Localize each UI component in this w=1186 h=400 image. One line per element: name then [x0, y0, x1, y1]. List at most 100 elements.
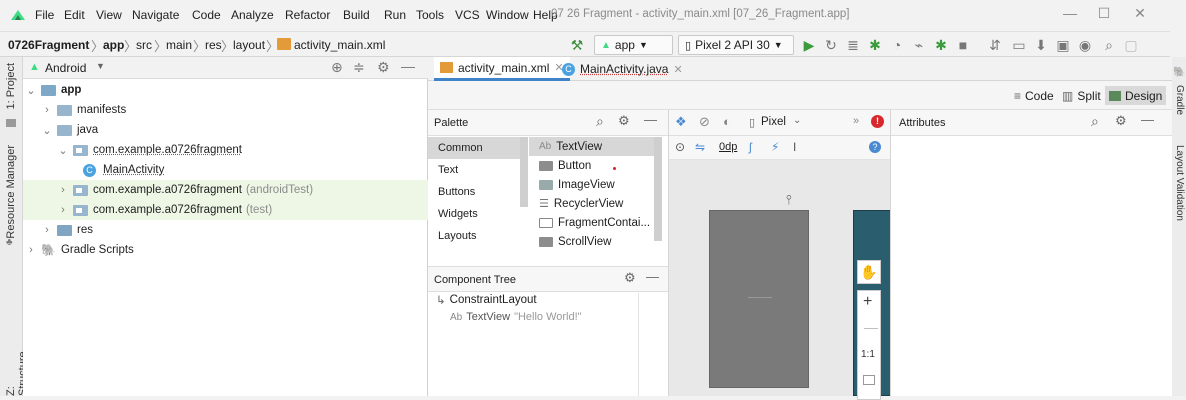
- chevron-down-icon[interactable]: ▼: [96, 61, 105, 71]
- breadcrumb-project[interactable]: 0726Fragment: [8, 38, 89, 52]
- layout-validation-tab[interactable]: Layout Validation: [1174, 145, 1185, 221]
- palette-category-text[interactable]: Text: [428, 159, 524, 181]
- hide-panel-icon[interactable]: —: [401, 58, 415, 74]
- gear-icon[interactable]: ⚙: [1115, 113, 1127, 129]
- run-config-dropdown[interactable]: ▲ app ▼: [594, 35, 673, 55]
- project-tool-tab[interactable]: 1: Project: [5, 63, 17, 109]
- palette-item-scrollview[interactable]: ScrollView: [529, 232, 654, 251]
- code-mode-button[interactable]: ≡ Code: [1010, 86, 1058, 105]
- device-manager-icon[interactable]: ▣: [1054, 36, 1072, 54]
- gear-icon[interactable]: ⚙: [624, 270, 636, 286]
- menu-window[interactable]: Window: [486, 8, 529, 22]
- attach-debugger-icon[interactable]: ⌁: [910, 36, 928, 54]
- stop-icon[interactable]: ■: [954, 36, 972, 54]
- tab-activity-main-xml[interactable]: activity_main.xml ✕: [434, 57, 570, 81]
- palette-category-scrollbar[interactable]: [520, 137, 528, 207]
- menu-build[interactable]: Build: [343, 8, 370, 22]
- gear-icon[interactable]: ⚙: [618, 113, 630, 129]
- palette-category-buttons[interactable]: Buttons: [428, 181, 524, 203]
- ide-settings-icon[interactable]: ▢: [1122, 36, 1140, 54]
- split-mode-button[interactable]: ▥ Split: [1058, 86, 1105, 105]
- apply-code-changes-icon[interactable]: ≣: [844, 36, 862, 54]
- palette-category-widgets[interactable]: Widgets: [428, 203, 524, 225]
- palette-item-textview[interactable]: Ab TextView: [529, 137, 654, 156]
- tree-item-java[interactable]: ⌄ java: [23, 120, 428, 140]
- design-preview[interactable]: [709, 210, 809, 388]
- profile-user-icon[interactable]: ◉: [1076, 36, 1094, 54]
- help-icon[interactable]: ?: [869, 141, 881, 153]
- pan-hand-button[interactable]: ✋: [857, 260, 881, 284]
- menu-vcs[interactable]: VCS: [455, 8, 480, 22]
- breadcrumb-main[interactable]: main: [166, 38, 192, 52]
- zoom-in-icon[interactable]: +: [863, 293, 872, 311]
- avd-manager-icon[interactable]: ▭: [1010, 36, 1028, 54]
- palette-item-button[interactable]: Button: [529, 156, 654, 175]
- device-selector[interactable]: Pixel: [761, 116, 786, 128]
- palette-item-imageview[interactable]: ImageView: [529, 175, 654, 194]
- layers-icon[interactable]: ❖: [675, 114, 687, 130]
- run-tests-icon[interactable]: ✱: [932, 36, 950, 54]
- view-options-icon[interactable]: ⊙: [675, 140, 685, 154]
- palette-item-recyclerview[interactable]: ☰ RecyclerView: [529, 194, 654, 213]
- apply-changes-icon[interactable]: ↻: [822, 36, 840, 54]
- hide-panel-icon[interactable]: —: [644, 112, 657, 127]
- zoom-actual-size[interactable]: 1:1: [861, 349, 875, 360]
- menu-analyze[interactable]: Analyze: [231, 8, 274, 22]
- profile-icon[interactable]: ◔: [888, 36, 906, 54]
- device-dropdown[interactable]: ▯ Pixel 2 API 30 ▼: [678, 35, 794, 55]
- collapse-all-icon[interactable]: ≑: [353, 59, 365, 76]
- tree-item-main-activity[interactable]: C MainActivity: [23, 160, 428, 180]
- menu-code[interactable]: Code: [192, 8, 221, 22]
- sync-gradle-icon[interactable]: ⇵: [986, 36, 1004, 54]
- tree-item-res[interactable]: › res: [23, 220, 428, 240]
- search-icon[interactable]: ⌕: [1091, 113, 1099, 130]
- palette-category-layouts[interactable]: Layouts: [428, 225, 524, 247]
- tree-item-package-android-test[interactable]: › com.example.a0726fragment (androidTest…: [23, 180, 428, 200]
- tree-item-app[interactable]: ⌄ app: [23, 80, 428, 100]
- hide-panel-icon[interactable]: —: [646, 269, 659, 284]
- breadcrumb-res[interactable]: res: [205, 38, 222, 52]
- tree-item-gradle-scripts[interactable]: › 🐘 Gradle Scripts: [23, 240, 428, 260]
- close-tab-icon[interactable]: ✕: [673, 63, 682, 76]
- minimize-icon[interactable]: —: [1058, 5, 1082, 25]
- close-icon[interactable]: ✕: [1128, 5, 1152, 25]
- tree-item-manifests[interactable]: › manifests: [23, 100, 428, 120]
- clear-constraints-icon[interactable]: ʃ: [749, 140, 752, 154]
- breadcrumb-src[interactable]: src: [136, 38, 152, 52]
- zoom-to-fit-icon[interactable]: [863, 375, 875, 385]
- resource-manager-tab[interactable]: Resource Manager: [5, 145, 17, 239]
- palette-item-fragmentcontainer[interactable]: FragmentContai...: [529, 213, 654, 232]
- debug-icon[interactable]: ✱: [866, 36, 884, 54]
- more-icon[interactable]: »: [853, 115, 859, 127]
- maximize-icon[interactable]: ☐: [1092, 5, 1116, 25]
- hide-panel-icon[interactable]: —: [1141, 112, 1154, 127]
- tab-main-activity-java[interactable]: C MainActivity.java ✕: [556, 57, 689, 81]
- autoconnect-icon[interactable]: ⇋: [695, 140, 705, 154]
- menu-refactor[interactable]: Refactor: [285, 8, 330, 22]
- night-mode-icon[interactable]: ◐: [723, 114, 731, 129]
- menu-run[interactable]: Run: [384, 8, 406, 22]
- infer-constraints-icon[interactable]: ⚡: [771, 140, 779, 154]
- search-icon[interactable]: ⌕: [596, 113, 604, 130]
- hammer-icon[interactable]: ⚒: [568, 36, 586, 54]
- run-icon[interactable]: ▶: [800, 36, 818, 54]
- gear-icon[interactable]: ⚙: [377, 59, 390, 76]
- design-mode-button[interactable]: Design: [1105, 86, 1167, 105]
- breadcrumb-file[interactable]: activity_main.xml: [294, 38, 385, 52]
- menu-view[interactable]: View: [96, 8, 122, 22]
- menu-navigate[interactable]: Navigate: [132, 8, 179, 22]
- guidelines-icon[interactable]: I: [793, 140, 796, 154]
- orientation-icon[interactable]: ⊘: [699, 114, 710, 130]
- palette-items-scrollbar[interactable]: [654, 137, 662, 241]
- locate-icon[interactable]: ⊕: [331, 59, 343, 76]
- tree-item-package[interactable]: ⌄ com.example.a0726fragment: [23, 140, 428, 160]
- breadcrumb-layout[interactable]: layout: [233, 38, 265, 52]
- project-view-selector[interactable]: Android: [45, 61, 86, 75]
- menu-file[interactable]: File: [35, 8, 54, 22]
- default-margin[interactable]: 0dp: [719, 141, 737, 153]
- tree-node-textview[interactable]: Ab TextView "Hello World!": [450, 311, 582, 323]
- zoom-out-icon[interactable]: —: [864, 319, 878, 335]
- breadcrumb-app[interactable]: app: [103, 38, 124, 52]
- menu-edit[interactable]: Edit: [64, 8, 85, 22]
- hello-world-textview[interactable]: [748, 297, 772, 298]
